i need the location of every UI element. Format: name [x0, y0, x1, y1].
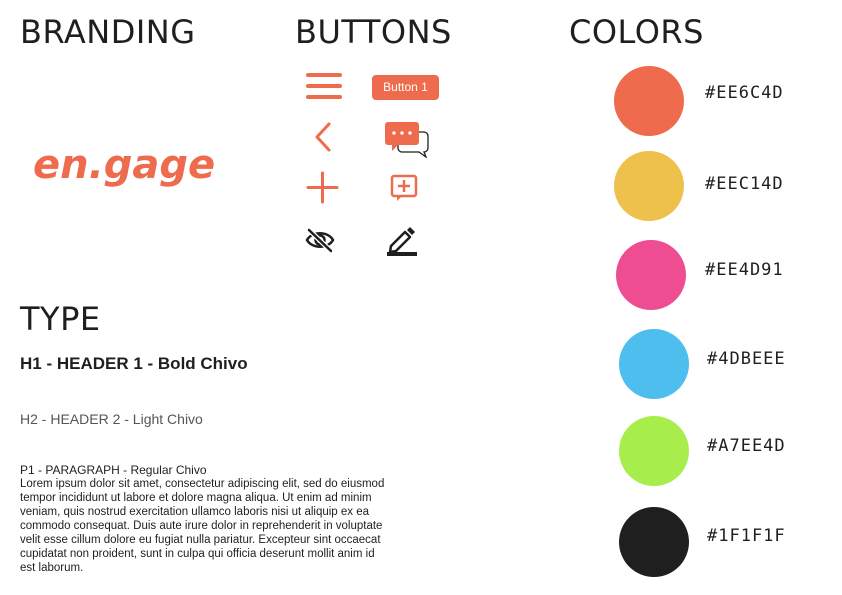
color-hex-label: #4DBEEE	[707, 349, 786, 369]
add-box-icon[interactable]	[390, 174, 418, 207]
color-swatch-blue	[619, 329, 689, 399]
color-swatch-pink	[616, 240, 686, 310]
color-swatch-green	[619, 416, 689, 486]
h2-sample: H2 - HEADER 2 - Light Chivo	[20, 411, 203, 427]
color-hex-label: #EEC14D	[705, 174, 784, 194]
hamburger-menu-icon[interactable]	[306, 72, 342, 105]
buttons-title: BUTTONS	[295, 13, 452, 51]
color-swatch-black	[619, 507, 689, 577]
chat-bubbles-icon[interactable]	[384, 120, 430, 163]
plus-icon[interactable]	[306, 171, 339, 209]
branding-title: BRANDING	[20, 13, 196, 51]
color-swatch-yellow	[614, 151, 684, 221]
color-swatch-orange	[614, 66, 684, 136]
chevron-left-icon[interactable]	[312, 121, 332, 158]
color-hex-label: #1F1F1F	[707, 526, 786, 546]
color-hex-label: #EE4D91	[705, 260, 784, 280]
engage-logo: en.gage	[33, 142, 216, 188]
paragraph-sample: Lorem ipsum dolor sit amet, consectetur …	[20, 478, 385, 574]
p1-sample-title: P1 - PARAGRAPH - Regular Chivo	[20, 463, 207, 477]
type-title: TYPE	[20, 300, 101, 338]
button-1[interactable]: Button 1	[372, 75, 439, 100]
h1-sample: H1 - HEADER 1 - Bold Chivo	[20, 354, 248, 373]
eye-off-icon[interactable]	[305, 227, 335, 258]
color-hex-label: #A7EE4D	[707, 436, 786, 456]
edit-pencil-icon[interactable]	[386, 225, 418, 262]
colors-title: COLORS	[569, 13, 704, 51]
color-hex-label: #EE6C4D	[705, 83, 784, 103]
